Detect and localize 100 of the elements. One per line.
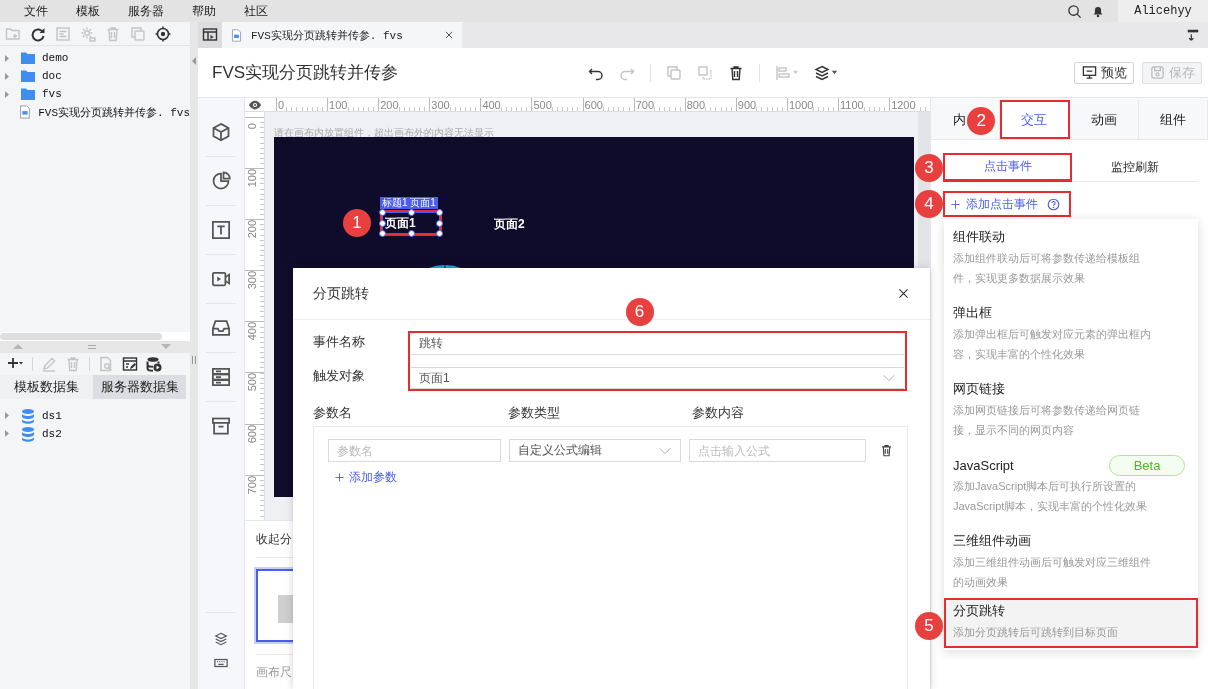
trash-icon[interactable] — [728, 64, 744, 81]
page-tab[interactable]: 页面1 — [382, 212, 440, 234]
menu-option[interactable]: 网页链接 添加网页链接后可将参数传递给网页链接，显示不同的网页内容 — [945, 371, 1197, 447]
plus-icon — [334, 472, 345, 483]
sub-tab[interactable]: 监控刷新 — [1071, 154, 1198, 181]
element-tag: 标题1 页面1 — [380, 197, 438, 209]
option-title: 三维组件动画 — [953, 532, 1031, 550]
beta-badge: Beta — [1109, 454, 1185, 476]
panel-tab[interactable]: 动画 — [1069, 100, 1139, 139]
option-title: 分页跳转 — [953, 602, 1005, 620]
plus-icon — [950, 198, 961, 210]
menu-item[interactable]: 社区 — [244, 0, 268, 22]
dataset-tab[interactable]: 模板数据集 — [0, 374, 93, 399]
ruler-label: 200 — [246, 220, 258, 239]
field-label: 触发对象 — [313, 367, 366, 385]
dataset-item[interactable]: ds2 — [0, 424, 190, 443]
page-tab[interactable]: 页面2 — [492, 214, 550, 236]
callout-badge: 1 — [343, 209, 371, 237]
tree-item[interactable]: doc — [0, 67, 190, 85]
dataset-item[interactable]: ds1 — [0, 406, 190, 425]
help-icon[interactable] — [1047, 197, 1060, 211]
input-field[interactable]: 参数名 — [328, 439, 501, 462]
pie-chart-icon[interactable] — [211, 171, 231, 191]
ruler-label: 200 — [379, 99, 399, 111]
close-icon[interactable] — [444, 30, 454, 40]
menu-option[interactable]: 组件联动 添加组件联动后可将参数传递给模板组件，实现更多数据展示效果 — [945, 219, 1197, 295]
callout-badge: 6 — [625, 298, 654, 326]
menu-item[interactable]: 文件 — [24, 0, 48, 22]
ruler-label: 400 — [481, 99, 501, 111]
sub-tab[interactable]: 点击事件 — [944, 154, 1071, 181]
inbox-icon[interactable] — [211, 318, 231, 338]
save-icon — [1149, 65, 1165, 80]
cube-icon[interactable] — [211, 122, 231, 142]
callout-badge: 2 — [967, 107, 996, 135]
menu-item[interactable]: 帮助 — [192, 0, 216, 22]
menu-option[interactable]: JavaScript Beta 添加JavaScript脚本后可执行所设置的JavaScript脚本，实现丰富的个性化效果 — [945, 447, 1197, 523]
panel-tab[interactable]: 交互 — [1000, 100, 1070, 139]
ruler-label: 500 — [246, 373, 258, 392]
option-title: 组件联动 — [953, 228, 1005, 246]
search-icon[interactable] — [1067, 3, 1082, 19]
option-title: 网页链接 — [953, 380, 1005, 398]
panel-tab[interactable]: 组件 — [1138, 100, 1208, 139]
keyboard-icon[interactable] — [214, 656, 228, 670]
file-icon — [230, 27, 243, 43]
option-description: 添加弹出框后可触发对应元素的弹出框内容，实现丰富的个性化效果 — [953, 327, 1152, 362]
ruler-label: 700 — [246, 475, 258, 494]
server-icon[interactable] — [211, 367, 231, 387]
text-icon[interactable] — [211, 220, 231, 240]
select-field[interactable]: 页面1 — [411, 367, 904, 389]
column-header: 参数名 — [313, 405, 353, 422]
menu-option[interactable]: 弹出框 添加弹出框后可触发对应元素的弹出框内容，实现丰富的个性化效果 — [945, 295, 1197, 371]
refresh-icon[interactable] — [30, 25, 46, 42]
close-icon[interactable] — [897, 287, 910, 300]
ruler-label: 100 — [328, 99, 348, 111]
ruler-label: 600 — [246, 424, 258, 443]
layers-icon[interactable] — [814, 64, 830, 81]
dataset-tab[interactable]: 服务器数据集 — [93, 374, 186, 399]
ruler-label: 1200 — [890, 99, 916, 111]
tree-item[interactable]: FVS实现分页跳转并传参. fvs — [0, 103, 190, 121]
split-view-button[interactable] — [198, 22, 222, 48]
database-play-icon[interactable] — [146, 355, 162, 372]
collapse-label[interactable]: 收起分 — [256, 530, 292, 548]
add-event-link[interactable]: 添加点击事件 — [944, 192, 1070, 216]
folder-icon — [20, 86, 36, 102]
table-edit-icon[interactable] — [122, 355, 138, 372]
canvas-size-label: 画布尺 — [256, 663, 292, 681]
ruler-label: 300 — [430, 99, 450, 111]
folder-icon — [20, 68, 36, 84]
database-icon — [20, 425, 36, 442]
option-description: 添加JavaScript脚本后可执行所设置的JavaScript脚本，实现丰富的个性化效果 — [953, 479, 1149, 514]
menu-item[interactable]: 服务器 — [128, 0, 164, 22]
folder-icon — [20, 50, 36, 66]
input-field[interactable]: 点击输入公式 — [689, 439, 866, 462]
ruler-label: 300 — [246, 271, 258, 290]
preview-button[interactable]: 预览 — [1074, 61, 1134, 84]
grip-icon[interactable] — [88, 344, 96, 349]
tree-item[interactable]: demo — [0, 49, 190, 67]
menu-option[interactable]: 分页跳转 添加分页跳转后可跳转到目标页面 — [945, 599, 1197, 647]
layers-icon[interactable] — [214, 632, 228, 646]
caret-icon[interactable] — [831, 69, 838, 76]
scrollbar-thumb[interactable] — [0, 332, 162, 340]
document-tab[interactable]: FVS实现分页跳转并传参. fvs — [222, 22, 462, 48]
add-parameter-link[interactable]: 添加参数 — [334, 469, 404, 486]
trash-icon[interactable] — [880, 444, 893, 457]
panel-toggle-icon[interactable] — [1186, 28, 1200, 42]
video-icon[interactable] — [211, 269, 231, 289]
option-description: 添加分页跳转后可跳转到目标页面 — [953, 625, 1119, 640]
monitor-icon — [1081, 65, 1097, 80]
archive-icon[interactable] — [211, 416, 231, 436]
user-name[interactable]: Alicehyy — [1118, 0, 1208, 22]
tree-item[interactable]: fvs — [0, 85, 190, 103]
menu-item[interactable]: 模板 — [76, 0, 100, 22]
grip-icon[interactable] — [192, 356, 196, 364]
ruler-label: 0 — [246, 122, 258, 129]
callout-badge: 4 — [915, 190, 943, 218]
target-icon[interactable] — [155, 25, 171, 42]
select-field[interactable]: 自定义公式编辑 — [509, 439, 681, 462]
bell-icon[interactable] — [1091, 4, 1105, 18]
ruler-label: 900 — [736, 99, 757, 111]
ruler-label: 0 — [277, 99, 285, 111]
